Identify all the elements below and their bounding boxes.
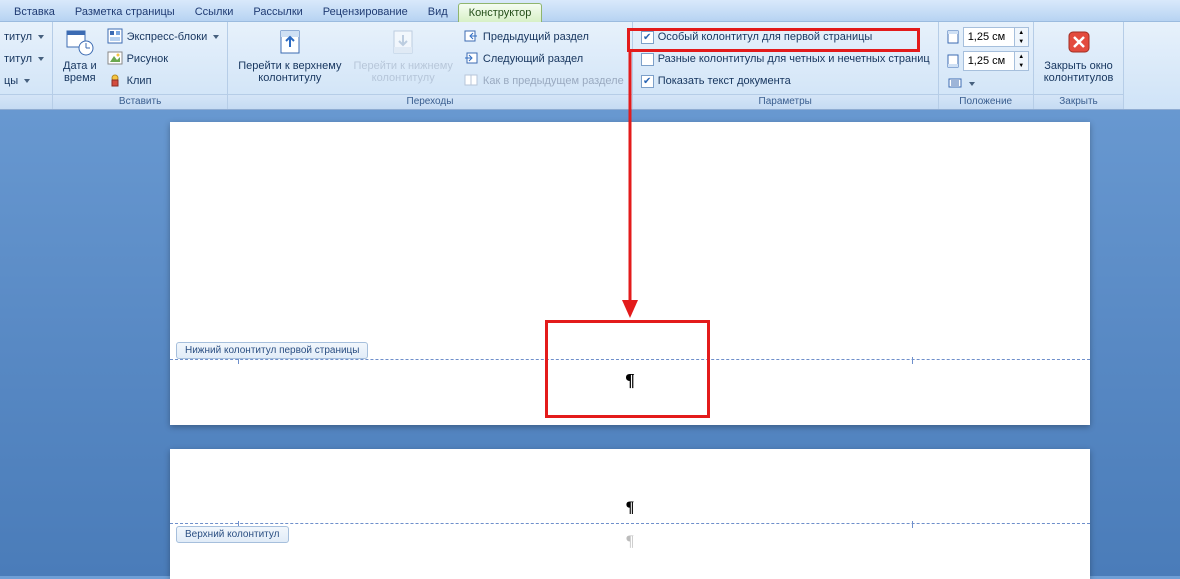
page-number-label: цы — [4, 75, 18, 87]
pilcrow-mark-dim: ¶ — [626, 533, 633, 551]
prev-section-icon — [463, 28, 479, 47]
clip-icon — [107, 72, 123, 91]
go-to-header-button[interactable]: Перейти к верхнему колонтитулу — [232, 24, 347, 86]
header-from-top-input[interactable] — [963, 27, 1015, 47]
checkbox-checked-icon: ✔ — [641, 75, 654, 88]
go-header-icon — [274, 26, 306, 58]
next-section-button[interactable]: Следующий раздел — [459, 48, 628, 70]
tab-review[interactable]: Рецензирование — [313, 3, 418, 21]
different-first-page-label: Особый колонтитул для первой страницы — [658, 31, 873, 43]
different-odd-even-label: Разные колонтитулы для четных и нечетных… — [658, 53, 930, 65]
tab-page-layout[interactable]: Разметка страницы — [65, 3, 185, 21]
tab-designer[interactable]: Конструктор — [458, 3, 543, 22]
group-label-nav: Переходы — [228, 94, 631, 109]
close-header-footer-button[interactable]: Закрыть окно колонтитулов — [1038, 24, 1120, 86]
pilcrow-mark: ¶ — [625, 370, 635, 391]
page-2[interactable]: ¶ Верхний колонтитул ¶ — [170, 449, 1090, 579]
page-number-button[interactable]: цы — [0, 70, 48, 92]
group-label-position: Положение — [939, 94, 1033, 109]
pilcrow-mark: ¶ — [626, 499, 635, 517]
date-time-button[interactable]: Дата и время — [57, 24, 103, 86]
footer-from-bottom-input[interactable] — [963, 51, 1015, 71]
group-label-cut — [0, 94, 52, 109]
go-to-footer-label: Перейти к нижнему колонтитулу — [353, 60, 452, 84]
different-odd-even-checkbox[interactable]: Разные колонтитулы для четных и нечетных… — [637, 48, 934, 70]
picture-icon — [107, 50, 123, 69]
show-document-text-checkbox[interactable]: ✔ Показать текст документа — [637, 70, 934, 92]
chevron-down-icon — [38, 57, 44, 61]
ribbon: титул титул цы — [0, 22, 1180, 110]
footer-from-bottom-spinner[interactable]: ▲▼ — [943, 50, 1029, 72]
spinner-buttons[interactable]: ▲▼ — [1015, 27, 1029, 47]
express-blocks-label: Экспресс-блоки — [127, 31, 208, 43]
ribbon-tabs: Вставка Разметка страницы Ссылки Рассылк… — [0, 0, 1180, 22]
footer-boundary-line — [170, 359, 1090, 360]
clip-label: Клип — [127, 75, 152, 87]
link-prev-icon — [463, 72, 479, 91]
show-document-text-label: Показать текст документа — [658, 75, 791, 87]
footer-first-page-tag: Нижний колонтитул первой страницы — [176, 342, 368, 359]
checkbox-checked-icon: ✔ — [641, 31, 654, 44]
express-blocks-button[interactable]: Экспресс-блоки — [103, 26, 224, 48]
next-section-icon — [463, 50, 479, 69]
previous-section-button[interactable]: Предыдущий раздел — [459, 26, 628, 48]
date-time-label: Дата и время — [63, 60, 97, 84]
link-to-previous-button[interactable]: Как в предыдущем разделе — [459, 70, 628, 92]
group-label-params: Параметры — [633, 94, 938, 109]
building-blocks-icon — [107, 28, 123, 47]
header-from-top-spinner[interactable]: ▲▼ — [943, 26, 1029, 48]
chevron-down-icon — [213, 35, 219, 39]
tab-mailings[interactable]: Рассылки — [243, 3, 312, 21]
footer-preset-button[interactable]: титул — [0, 48, 48, 70]
insert-alignment-tab-button[interactable] — [943, 74, 1029, 94]
go-footer-icon — [387, 26, 419, 58]
picture-label: Рисунок — [127, 53, 169, 65]
tab-references[interactable]: Ссылки — [185, 3, 244, 21]
previous-section-label: Предыдущий раздел — [483, 31, 589, 43]
different-first-page-checkbox[interactable]: ✔ Особый колонтитул для первой страницы — [637, 26, 934, 48]
chevron-down-icon — [38, 35, 44, 39]
page-1[interactable]: Нижний колонтитул первой страницы ¶ — [170, 122, 1090, 425]
header-preset-label: титул — [4, 31, 32, 43]
chevron-down-icon — [24, 79, 30, 83]
calendar-clock-icon — [64, 26, 96, 58]
footer-margin-icon — [943, 51, 963, 71]
header-margin-icon — [943, 27, 963, 47]
tab-icon — [947, 76, 963, 93]
checkbox-empty-icon — [641, 53, 654, 66]
header-boundary-line — [170, 523, 1090, 524]
tab-view[interactable]: Вид — [418, 3, 458, 21]
document-area: Нижний колонтитул первой страницы ¶ ¶ Ве… — [170, 122, 1090, 579]
header-tag: Верхний колонтитул — [176, 526, 289, 543]
close-header-footer-label: Закрыть окно колонтитулов — [1044, 60, 1114, 84]
picture-button[interactable]: Рисунок — [103, 48, 224, 70]
group-label-close: Закрыть — [1034, 94, 1124, 109]
go-to-header-label: Перейти к верхнему колонтитулу — [238, 60, 341, 84]
header-preset-button[interactable]: титул — [0, 26, 48, 48]
clip-button[interactable]: Клип — [103, 70, 224, 92]
group-label-insert: Вставить — [53, 94, 227, 109]
link-to-previous-label: Как в предыдущем разделе — [483, 75, 624, 87]
tab-insert[interactable]: Вставка — [4, 3, 65, 21]
go-to-footer-button[interactable]: Перейти к нижнему колонтитулу — [347, 24, 458, 86]
close-icon — [1063, 26, 1095, 58]
spinner-buttons[interactable]: ▲▼ — [1015, 51, 1029, 71]
next-section-label: Следующий раздел — [483, 53, 583, 65]
chevron-down-icon — [969, 82, 975, 86]
footer-preset-label: титул — [4, 53, 32, 65]
